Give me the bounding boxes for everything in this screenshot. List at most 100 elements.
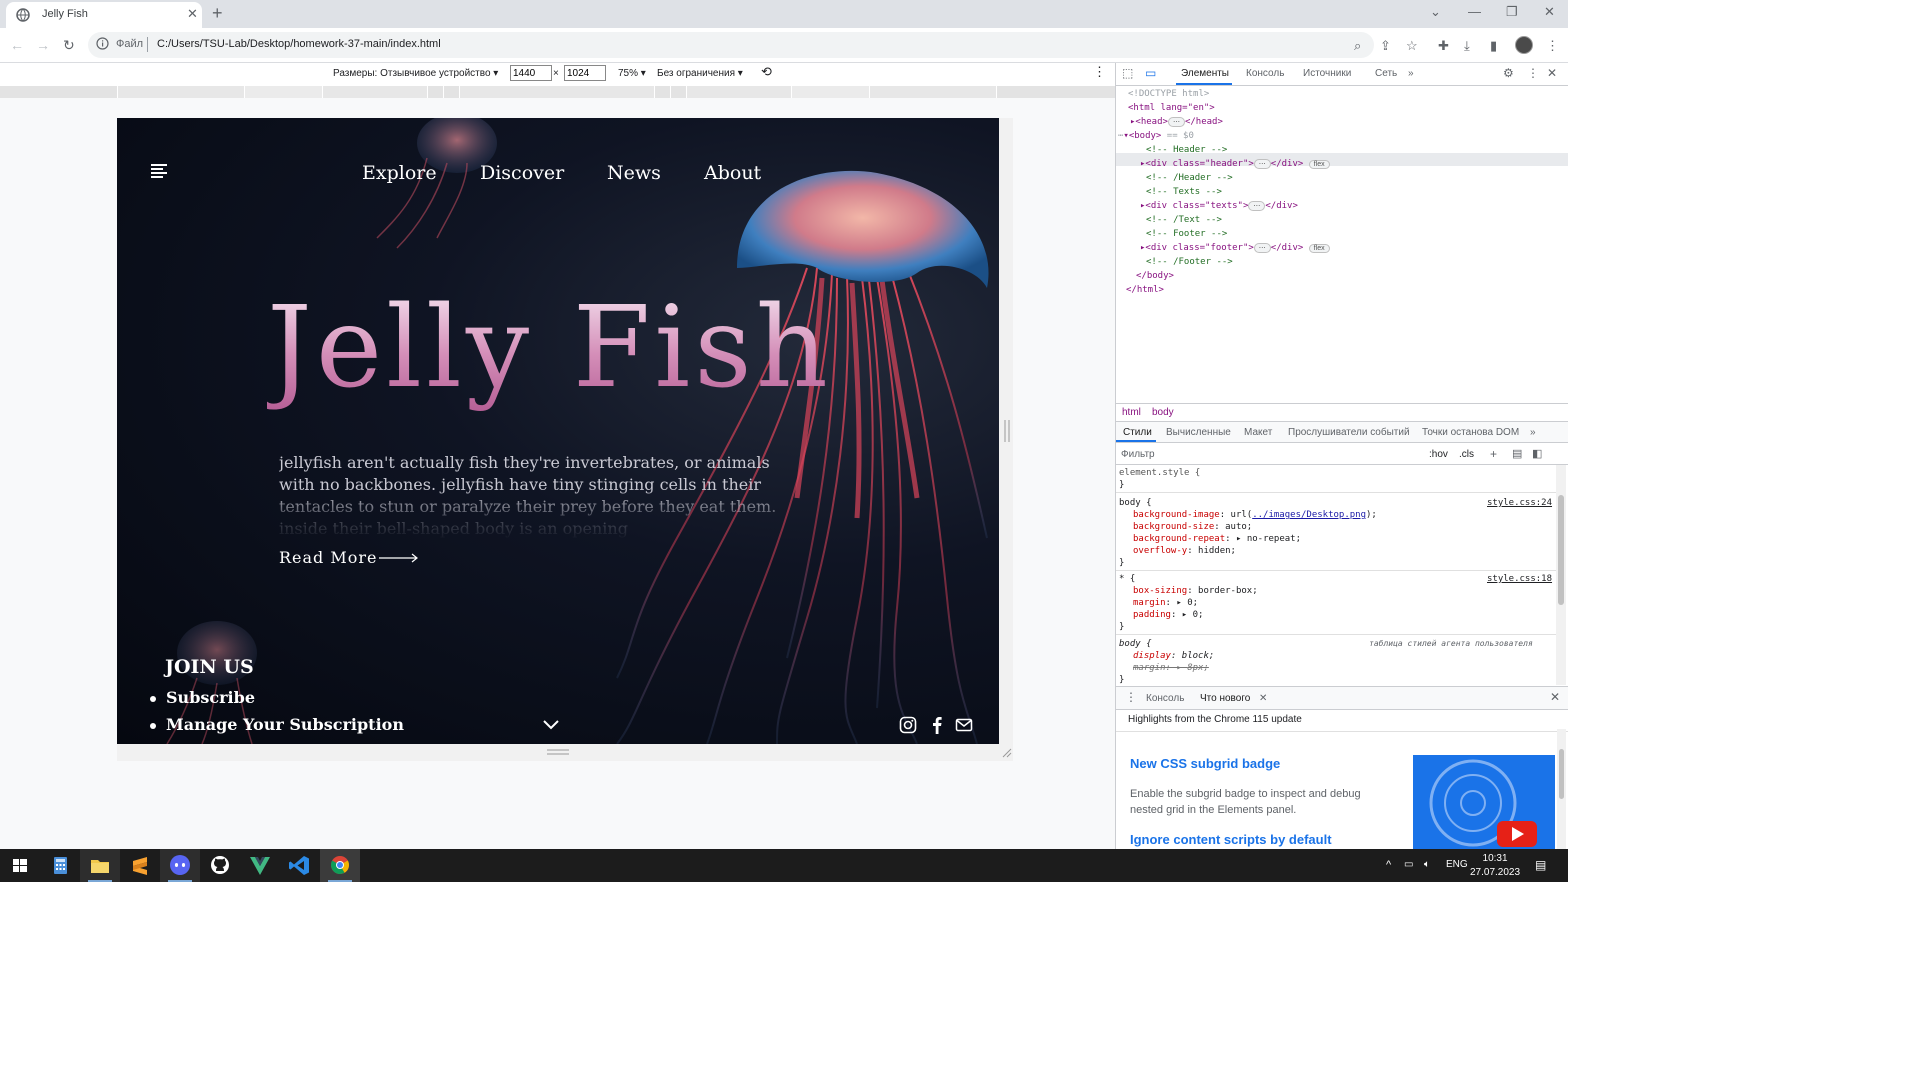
decl-background-repeat[interactable]: background-repeat: ▸ no-repeat; <box>1133 534 1301 544</box>
resize-handle-right[interactable] <box>1004 420 1010 442</box>
subscribe-link[interactable]: Subscribe <box>150 688 255 707</box>
more-tabs-icon[interactable]: » <box>1408 68 1414 79</box>
throttle-dropdown[interactable]: Без ограничения ▾ <box>657 68 743 79</box>
file-explorer-icon[interactable] <box>80 849 120 882</box>
notifications-icon[interactable]: ▤ <box>1535 858 1546 872</box>
arrow-right-icon[interactable] <box>379 553 419 563</box>
decl-margin[interactable]: margin: ▸ 0; <box>1133 598 1198 608</box>
windows-start-icon[interactable] <box>0 849 40 882</box>
decl-background-image[interactable]: background-image: url(../images/Desktop.… <box>1133 510 1377 520</box>
dimensions-dropdown[interactable]: Размеры: Отзывчивое устройство ▾ <box>333 68 498 79</box>
url-text[interactable]: C:/Users/TSU-Lab/Desktop/homework-37-mai… <box>157 38 441 50</box>
volume-icon[interactable]: 🔈︎ <box>1424 859 1430 870</box>
profile-avatar[interactable] <box>1515 36 1533 54</box>
more-style-tabs-icon[interactable]: » <box>1530 427 1536 438</box>
dom-body-close[interactable]: </body> <box>1136 271 1174 281</box>
minimize-button[interactable]: — <box>1468 4 1481 19</box>
filter-input[interactable]: Фильтр <box>1121 449 1155 460</box>
tab-close-icon[interactable]: ✕ <box>187 6 198 22</box>
star-rule-selector[interactable]: * { <box>1119 574 1135 584</box>
zoom-icon[interactable]: ⌕ <box>1354 38 1361 54</box>
tab-dom-breakpoints[interactable]: Точки останова DOM <box>1422 427 1519 438</box>
tab-layout[interactable]: Макет <box>1244 427 1272 438</box>
drawer-tab-whats-new[interactable]: Что нового <box>1200 693 1250 704</box>
dom-comment-texts[interactable]: <!-- Texts --> <box>1146 187 1222 197</box>
instagram-icon[interactable] <box>899 716 917 734</box>
rotate-icon[interactable]: ⟲ <box>761 64 772 80</box>
ignore-content-scripts-link[interactable]: Ignore content scripts by default <box>1130 832 1332 847</box>
device-toggle-icon[interactable]: ▭ <box>1145 66 1156 80</box>
decl-padding[interactable]: padding: ▸ 0; <box>1133 610 1203 620</box>
dom-comment-text-end[interactable]: <!-- /Text --> <box>1146 215 1222 225</box>
decl-box-sizing[interactable]: box-sizing: border-box; <box>1133 586 1258 596</box>
dom-html-close[interactable]: </html> <box>1126 285 1164 295</box>
calculator-icon[interactable] <box>40 849 80 882</box>
media-query-ruler[interactable] <box>0 86 1116 98</box>
chrome-icon[interactable] <box>320 849 360 882</box>
maximize-button[interactable]: ❐ <box>1506 4 1518 20</box>
inspect-icon[interactable]: ⬚ <box>1122 66 1133 80</box>
decl-overflow-y[interactable]: overflow-y: hidden; <box>1133 546 1236 556</box>
nav-about[interactable]: About <box>704 162 761 184</box>
dom-head[interactable]: ▸<head> ⋯ </head> <box>1130 117 1223 127</box>
mail-icon[interactable] <box>955 716 973 734</box>
bookmark-star-icon[interactable]: ☆ <box>1406 38 1418 54</box>
subgrid-badge-link[interactable]: New CSS subgrid badge <box>1130 756 1280 771</box>
body-rule-source[interactable]: style.css:24 <box>1487 498 1552 508</box>
ua-rule-selector[interactable]: body { <box>1119 639 1152 649</box>
manage-subscription-link[interactable]: Manage Your Subscription <box>150 715 404 734</box>
styles-scrollbar[interactable] <box>1556 465 1566 685</box>
decl-display[interactable]: display: block; <box>1133 651 1214 661</box>
hov-toggle[interactable]: :hov <box>1429 449 1448 460</box>
close-window-button[interactable]: ✕ <box>1544 4 1555 20</box>
breadcrumb-body[interactable]: body <box>1152 407 1174 418</box>
sublime-text-icon[interactable] <box>120 849 160 882</box>
facebook-icon[interactable] <box>928 716 946 734</box>
menu-kebab-icon[interactable]: ⋮ <box>1546 38 1559 54</box>
tab-search-icon[interactable]: ⌄ <box>1430 4 1441 20</box>
add-rule-icon[interactable]: + <box>1490 447 1497 461</box>
dom-comment-header[interactable]: <!-- Header --> <box>1146 145 1227 155</box>
dom-body[interactable]: ⋯▾<body> == $0 <box>1118 131 1194 141</box>
breadcrumb-html[interactable]: html <box>1122 407 1141 418</box>
network-icon[interactable]: ▭ <box>1404 859 1413 870</box>
cls-toggle[interactable]: .cls <box>1459 449 1474 460</box>
forward-icon[interactable]: → <box>36 37 50 53</box>
sidebar-toggle-icon[interactable]: ◧ <box>1532 447 1542 460</box>
menu-icon[interactable] <box>147 164 169 178</box>
tab-styles[interactable]: Стили <box>1123 427 1152 438</box>
star-rule-source[interactable]: style.css:18 <box>1487 574 1552 584</box>
dom-div-texts[interactable]: ▸<div class="texts"> ⋯ </div> <box>1140 201 1298 211</box>
paint-brush-icon[interactable]: ▤ <box>1512 447 1522 460</box>
dom-div-footer[interactable]: ▸<div class="footer"> ⋯ </div> flex <box>1140 243 1330 253</box>
decl-ua-margin[interactable]: margin: ▸ 8px; <box>1133 663 1209 673</box>
dom-html[interactable]: <html lang="en"> <box>1128 103 1215 113</box>
clock[interactable]: 10:31 27.07.2023 <box>1470 852 1520 880</box>
dom-comment-footer-end[interactable]: <!-- /Footer --> <box>1146 257 1233 267</box>
resize-corner-icon[interactable] <box>1002 748 1012 758</box>
decl-background-size[interactable]: background-size: auto; <box>1133 522 1252 532</box>
device-menu-icon[interactable]: ⋮ <box>1093 64 1106 80</box>
whats-new-scrollbar[interactable] <box>1557 729 1566 849</box>
dom-doctype[interactable]: <!DOCTYPE html> <box>1128 89 1209 99</box>
download-icon[interactable]: ⤓ <box>1464 38 1470 54</box>
settings-gear-icon[interactable]: ⚙ <box>1503 66 1514 80</box>
drawer-tab-close-icon[interactable]: ✕ <box>1259 693 1267 704</box>
width-input[interactable] <box>510 65 552 81</box>
nav-discover[interactable]: Discover <box>480 162 564 184</box>
tab-sources[interactable]: Источники <box>1303 68 1351 79</box>
back-icon[interactable]: ← <box>10 37 24 53</box>
language-indicator[interactable]: ENG <box>1446 859 1468 870</box>
tab-elements[interactable]: Элементы <box>1181 68 1229 79</box>
nav-news[interactable]: News <box>607 162 661 184</box>
share-icon[interactable]: ⇪ <box>1380 38 1391 54</box>
vue-icon[interactable] <box>240 849 280 882</box>
reload-icon[interactable]: ↻ <box>63 37 75 54</box>
height-input[interactable] <box>564 65 606 81</box>
drawer-menu-icon[interactable]: ⋮ <box>1125 690 1137 704</box>
whats-new-video-thumbnail[interactable] <box>1413 755 1555 849</box>
dom-div-header[interactable]: ▸<div class="header"> ⋯ </div> flex <box>1140 159 1330 169</box>
body-rule-selector[interactable]: body { <box>1119 498 1152 508</box>
browser-tab[interactable]: Jelly Fish ✕ <box>6 2 202 28</box>
dom-comment-footer[interactable]: <!-- Footer --> <box>1146 229 1227 239</box>
